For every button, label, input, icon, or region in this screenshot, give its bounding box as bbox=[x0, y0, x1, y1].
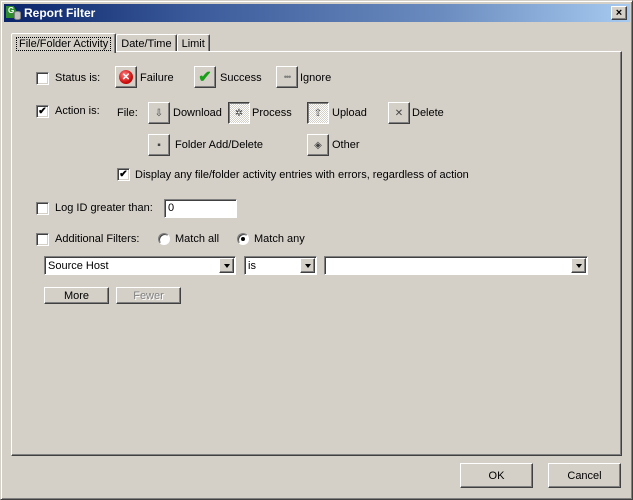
filter-field-value: Source Host bbox=[48, 259, 109, 272]
dropdown-arrow-button[interactable] bbox=[219, 258, 234, 273]
ok-button[interactable]: OK bbox=[460, 463, 533, 488]
app-icon: G bbox=[6, 5, 22, 21]
tab-label: File/Folder Activity bbox=[16, 36, 112, 51]
file-label: File: bbox=[117, 107, 138, 119]
tab-label: Limit bbox=[181, 37, 205, 50]
report-filter-dialog: G Report Filter × File/Folder Activity D… bbox=[0, 0, 633, 500]
match-all-radio[interactable] bbox=[158, 233, 170, 245]
other-label: Other bbox=[332, 139, 360, 151]
title-bar: G Report Filter × bbox=[4, 4, 630, 22]
success-label: Success bbox=[220, 72, 262, 84]
close-icon: × bbox=[615, 6, 623, 19]
filter-field-select[interactable]: Source Host bbox=[44, 256, 236, 275]
radio-dot bbox=[241, 237, 245, 241]
match-all-label: Match all bbox=[175, 233, 220, 245]
match-any-label: Match any bbox=[254, 233, 305, 245]
tab-strip: File/Folder Activity Date/Time Limit bbox=[11, 32, 210, 53]
chevron-down-icon bbox=[223, 263, 230, 268]
status-label: Status is: bbox=[55, 72, 101, 84]
filter-operator-value: is bbox=[248, 259, 256, 272]
ignore-icon: ••• bbox=[283, 72, 292, 82]
other-diamond-icon: ◈ bbox=[314, 139, 322, 151]
process-gear-icon: ✲ bbox=[234, 107, 244, 119]
check-icon: ✔ bbox=[119, 168, 128, 180]
upload-label: Upload bbox=[332, 107, 367, 119]
chevron-down-icon bbox=[575, 263, 582, 268]
filter-criteria-combo[interactable] bbox=[324, 256, 588, 275]
other-button[interactable]: ◈ bbox=[307, 134, 329, 156]
log-id-checkbox[interactable] bbox=[36, 202, 49, 215]
folder-add-delete-button[interactable]: ▪ bbox=[148, 134, 170, 156]
success-button[interactable]: ✔ bbox=[194, 66, 216, 88]
tab-date-time[interactable]: Date/Time bbox=[116, 34, 177, 52]
success-icon: ✔ bbox=[198, 69, 212, 86]
delete-x-icon: ✕ bbox=[394, 107, 404, 119]
tab-label: Date/Time bbox=[121, 37, 172, 50]
log-id-label: Log ID greater than: bbox=[55, 202, 153, 214]
filter-operator-select[interactable]: is bbox=[244, 256, 317, 275]
errors-checkbox[interactable]: ✔ bbox=[117, 168, 130, 181]
ignore-button[interactable]: ••• bbox=[276, 66, 298, 88]
ignore-label: Ignore bbox=[300, 72, 332, 84]
cancel-button[interactable]: Cancel bbox=[548, 463, 621, 488]
action-checkbox[interactable]: ✔ bbox=[36, 105, 49, 118]
log-id-input[interactable]: 0 bbox=[164, 199, 237, 218]
window-title: Report Filter bbox=[24, 6, 96, 20]
download-label: Download bbox=[173, 107, 222, 119]
folder-add-delete-label: Folder Add/Delete bbox=[175, 139, 264, 151]
process-label: Process bbox=[252, 107, 292, 119]
tab-file-folder-activity[interactable]: File/Folder Activity bbox=[11, 33, 117, 53]
download-arrow-icon: ⇩ bbox=[154, 107, 164, 119]
dropdown-arrow-button[interactable] bbox=[300, 258, 315, 273]
additional-filters-label: Additional Filters: bbox=[55, 233, 140, 245]
more-button[interactable]: More bbox=[44, 287, 109, 304]
action-label: Action is: bbox=[55, 105, 100, 117]
dropdown-arrow-button[interactable] bbox=[571, 258, 586, 273]
match-any-radio[interactable] bbox=[237, 233, 249, 245]
download-button[interactable]: ⇩ bbox=[148, 102, 170, 124]
check-icon: ✔ bbox=[38, 105, 47, 117]
folder-icon: ▪ bbox=[157, 139, 161, 151]
fewer-button[interactable]: Fewer bbox=[116, 287, 181, 304]
delete-button[interactable]: ✕ bbox=[388, 102, 410, 124]
chevron-down-icon bbox=[304, 263, 311, 268]
delete-label: Delete bbox=[412, 107, 444, 119]
process-button[interactable]: ✲ bbox=[228, 102, 250, 124]
errors-label: Display any file/folder activity entries… bbox=[135, 169, 469, 181]
failure-button[interactable]: ✕ bbox=[115, 66, 137, 88]
tab-limit[interactable]: Limit bbox=[176, 34, 210, 52]
additional-filters-checkbox[interactable] bbox=[36, 233, 49, 246]
failure-label: Failure bbox=[140, 72, 174, 84]
failure-icon: ✕ bbox=[119, 70, 133, 84]
upload-button[interactable]: ⇧ bbox=[307, 102, 329, 124]
status-checkbox[interactable] bbox=[36, 72, 49, 85]
upload-arrow-icon: ⇧ bbox=[313, 107, 323, 119]
close-button[interactable]: × bbox=[611, 6, 627, 20]
